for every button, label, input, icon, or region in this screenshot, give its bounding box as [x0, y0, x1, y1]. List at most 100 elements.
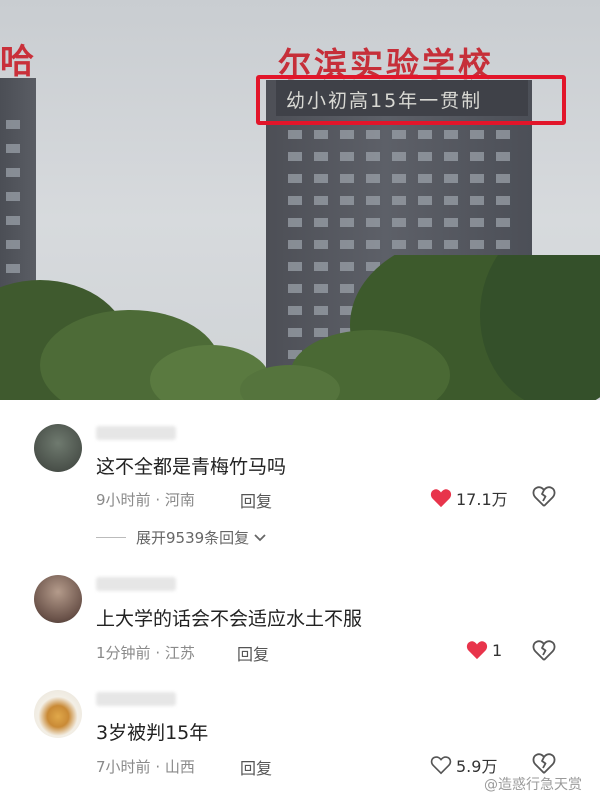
building-window [392, 218, 406, 227]
building-window [340, 196, 354, 205]
building-window [470, 240, 484, 249]
trees-foreground [0, 255, 600, 400]
building-window [496, 240, 510, 249]
building-window [444, 152, 458, 161]
building-window [366, 196, 380, 205]
building-window [366, 174, 380, 183]
building-window [444, 240, 458, 249]
building-window [496, 196, 510, 205]
building-window [470, 174, 484, 183]
building-window [496, 218, 510, 227]
school-sign-left: 哈 [0, 42, 36, 82]
comment-meta: 7小时前 · 山西 [96, 756, 195, 777]
building-window [314, 218, 328, 227]
heart-outline-icon [430, 756, 452, 775]
building-window [288, 130, 302, 139]
building-window [314, 174, 328, 183]
building-window [6, 216, 20, 225]
comment-time: 7小时前 [96, 758, 151, 776]
watermark: @造惑行急天赏 [484, 777, 582, 793]
like-count: 17.1万 [456, 490, 508, 509]
avatar[interactable] [34, 424, 82, 472]
comment-meta: 1分钟前 · 江苏 [96, 642, 195, 663]
building-window [470, 196, 484, 205]
building-window [496, 152, 510, 161]
building-window [288, 152, 302, 161]
building-window [6, 120, 20, 129]
expand-replies[interactable]: 展开9539条回复 [96, 527, 267, 548]
building-window [470, 218, 484, 227]
building-window [366, 218, 380, 227]
building-window [392, 130, 406, 139]
building-window [418, 240, 432, 249]
building-window [496, 130, 510, 139]
building-window [340, 218, 354, 227]
building-window [6, 168, 20, 177]
building-window [418, 152, 432, 161]
avatar[interactable] [34, 575, 82, 623]
comment-text: 这不全都是青梅竹马吗 [96, 456, 287, 478]
building-window [340, 174, 354, 183]
building-window [444, 130, 458, 139]
building-window [288, 174, 302, 183]
broken-heart-icon[interactable] [532, 485, 556, 509]
comment-location: 河南 [164, 491, 195, 509]
building-window [418, 174, 432, 183]
broken-heart-icon[interactable] [532, 752, 556, 776]
username-blurred[interactable] [96, 577, 176, 591]
comment-text: 3岁被判15年 [96, 722, 209, 744]
building-window [288, 240, 302, 249]
comment-time: 9小时前 [96, 491, 151, 509]
expand-replies-label: 展开9539条回复 [136, 529, 250, 547]
slogan-highlight-box [256, 75, 566, 125]
building-window [340, 152, 354, 161]
building-window [392, 152, 406, 161]
building-window [366, 152, 380, 161]
building-window [418, 196, 432, 205]
building-window [418, 130, 432, 139]
heart-filled-icon [466, 641, 488, 660]
building-window [392, 240, 406, 249]
building-window [444, 218, 458, 227]
building-window [6, 144, 20, 153]
building-window [314, 152, 328, 161]
username-blurred[interactable] [96, 692, 176, 706]
chevron-down-icon [254, 533, 266, 541]
building-window [366, 130, 380, 139]
username-blurred[interactable] [96, 426, 176, 440]
building-window [392, 174, 406, 183]
reply-button[interactable]: 回复 [237, 641, 269, 665]
building-window [288, 218, 302, 227]
divider-line [96, 537, 126, 538]
meta-separator: · [155, 644, 165, 662]
meta-separator: · [155, 758, 165, 776]
building-window [366, 240, 380, 249]
building-window [392, 196, 406, 205]
building-window [470, 130, 484, 139]
building-window [340, 130, 354, 139]
reply-button[interactable]: 回复 [240, 755, 272, 779]
building-window [444, 174, 458, 183]
building-window [314, 130, 328, 139]
building-window [314, 196, 328, 205]
building-window [314, 240, 328, 249]
building-window [6, 240, 20, 249]
like-button[interactable]: 1 [466, 640, 502, 660]
building-window [496, 174, 510, 183]
comment-location: 江苏 [164, 644, 195, 662]
building-window [288, 196, 302, 205]
avatar[interactable] [34, 690, 82, 738]
comment-location: 山西 [164, 758, 195, 776]
reply-button[interactable]: 回复 [240, 488, 272, 512]
building-window [6, 192, 20, 201]
like-button[interactable]: 17.1万 [430, 486, 508, 510]
comment-time: 1分钟前 [96, 644, 151, 662]
news-photo: 哈 尔滨实验学校 幼小初高15年一贯制 [0, 0, 600, 400]
broken-heart-icon[interactable] [532, 639, 556, 663]
building-window [340, 240, 354, 249]
comment-text: 上大学的话会不会适应水土不服 [96, 608, 363, 630]
comment-meta: 9小时前 · 河南 [96, 489, 195, 510]
like-count: 1 [492, 640, 503, 660]
building-window [444, 196, 458, 205]
building-window [418, 218, 432, 227]
